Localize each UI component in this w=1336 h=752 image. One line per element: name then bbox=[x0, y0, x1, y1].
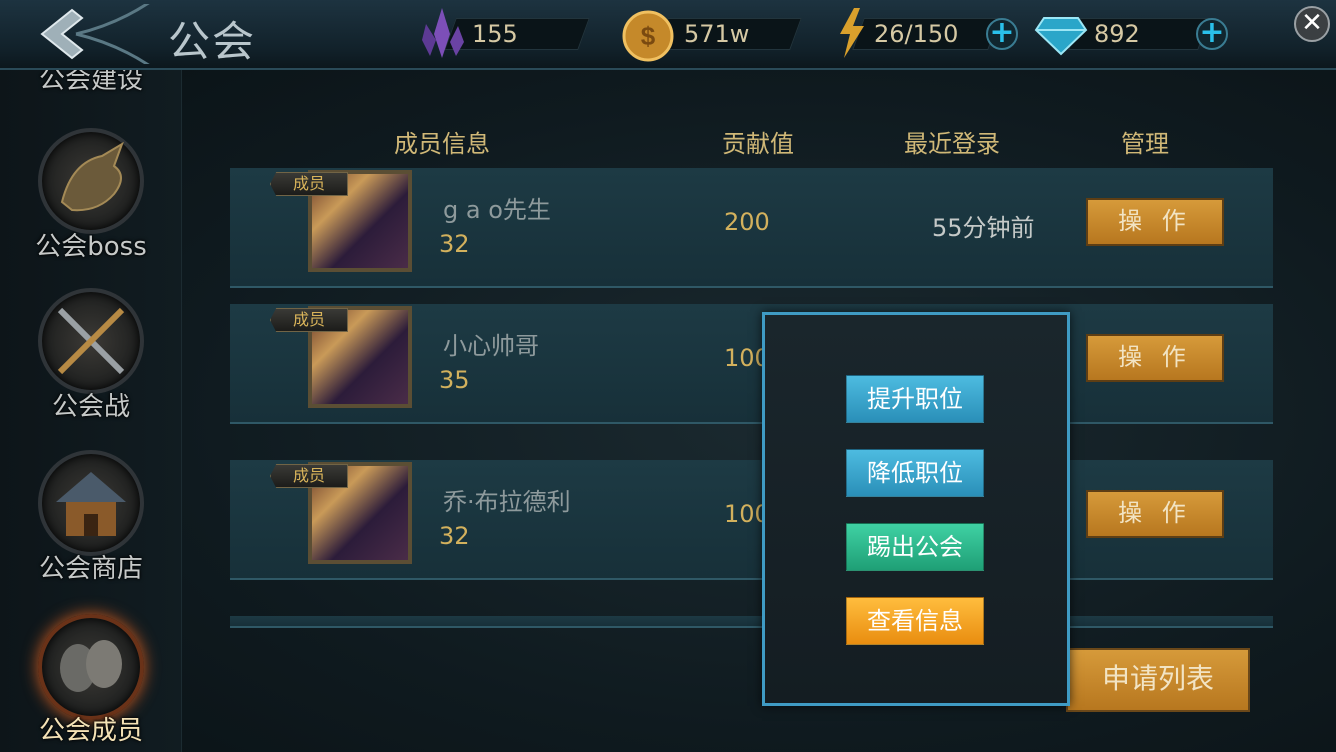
member-badge: 成员 bbox=[270, 308, 348, 332]
member-level: 32 bbox=[439, 230, 470, 258]
gold-count: 571w bbox=[684, 20, 750, 48]
sidebar-item-guild-war[interactable]: 公会战 bbox=[0, 282, 182, 442]
apply-list-button[interactable]: 申请列表 bbox=[1066, 648, 1250, 712]
add-stamina-button[interactable]: + bbox=[986, 18, 1018, 50]
table-row: 成员 乔·布拉德利 32 100 操 作 bbox=[230, 460, 1273, 580]
shop-icon bbox=[38, 450, 144, 556]
member-name: g a o先生 bbox=[443, 196, 551, 224]
sidebar-item-label: 公会商店 bbox=[38, 554, 143, 584]
kick-button[interactable]: 踢出公会 bbox=[846, 523, 984, 571]
sidebar: 公会建设 公会boss 公会战 公会商店 公会成员 bbox=[0, 70, 182, 752]
add-diamond-button[interactable]: + bbox=[1196, 18, 1228, 50]
crystal-resource: 155 bbox=[410, 8, 590, 58]
gold-resource: $ 571w bbox=[620, 10, 810, 62]
sidebar-item-label: 公会战 bbox=[51, 392, 130, 422]
table-row: 成员 小心帅哥 35 100 操 作 bbox=[230, 304, 1273, 424]
view-info-button[interactable]: 查看信息 bbox=[846, 597, 984, 645]
member-badge: 成员 bbox=[270, 172, 348, 196]
members-helmet-icon bbox=[38, 614, 144, 720]
member-last-login: 55分钟前 bbox=[932, 214, 1035, 242]
crystal-count: 155 bbox=[472, 20, 518, 48]
close-button[interactable]: ✕ bbox=[1294, 6, 1330, 42]
stamina-count: 26/150 bbox=[874, 20, 959, 48]
member-name: 小心帅哥 bbox=[443, 332, 539, 360]
table-row: 成员 g a o先生 32 200 55分钟前 操 作 bbox=[230, 168, 1273, 288]
sidebar-item-label: 公会成员 bbox=[38, 716, 143, 746]
stamina-resource: 26/150 + bbox=[830, 8, 1026, 58]
operate-button[interactable]: 操 作 bbox=[1086, 198, 1224, 246]
operate-button[interactable]: 操 作 bbox=[1086, 490, 1224, 538]
table-row-partial bbox=[230, 616, 1273, 628]
member-contribution: 200 bbox=[724, 208, 770, 236]
promote-button[interactable]: 提升职位 bbox=[846, 375, 984, 423]
member-level: 35 bbox=[439, 366, 470, 394]
header-manage: 管理 bbox=[1121, 130, 1169, 158]
sidebar-item-label: 公会boss bbox=[35, 232, 147, 262]
crossed-swords-icon bbox=[38, 288, 144, 394]
top-bar: 公会 155 $ 571w 26/150 + 892 + bbox=[0, 0, 1336, 70]
member-action-popup: 提升职位 降低职位 踢出公会 查看信息 bbox=[762, 312, 1070, 706]
demote-button[interactable]: 降低职位 bbox=[846, 449, 984, 497]
header-member-info: 成员信息 bbox=[394, 130, 490, 158]
sidebar-item-guild-shop[interactable]: 公会商店 bbox=[0, 444, 182, 604]
crystal-icon bbox=[422, 8, 464, 58]
header-last-login: 最近登录 bbox=[904, 130, 1000, 158]
header-contribution: 贡献值 bbox=[722, 130, 794, 158]
diamond-icon bbox=[1034, 17, 1088, 56]
diamond-count: 892 bbox=[1094, 20, 1140, 48]
operate-button[interactable]: 操 作 bbox=[1086, 334, 1224, 382]
sidebar-item-label: 公会建设 bbox=[38, 70, 143, 95]
gold-coin-icon: $ bbox=[622, 10, 674, 62]
dragon-icon bbox=[38, 128, 144, 234]
sidebar-item-guild-boss[interactable]: 公会boss bbox=[0, 122, 182, 282]
member-name: 乔·布拉德利 bbox=[443, 488, 571, 516]
sidebar-item-guild-members[interactable]: 公会成员 bbox=[0, 608, 182, 752]
lightning-icon bbox=[840, 8, 864, 58]
member-badge: 成员 bbox=[270, 464, 348, 488]
member-level: 32 bbox=[439, 522, 470, 550]
diamond-resource: 892 + bbox=[1034, 14, 1230, 56]
svg-text:$: $ bbox=[641, 21, 656, 51]
